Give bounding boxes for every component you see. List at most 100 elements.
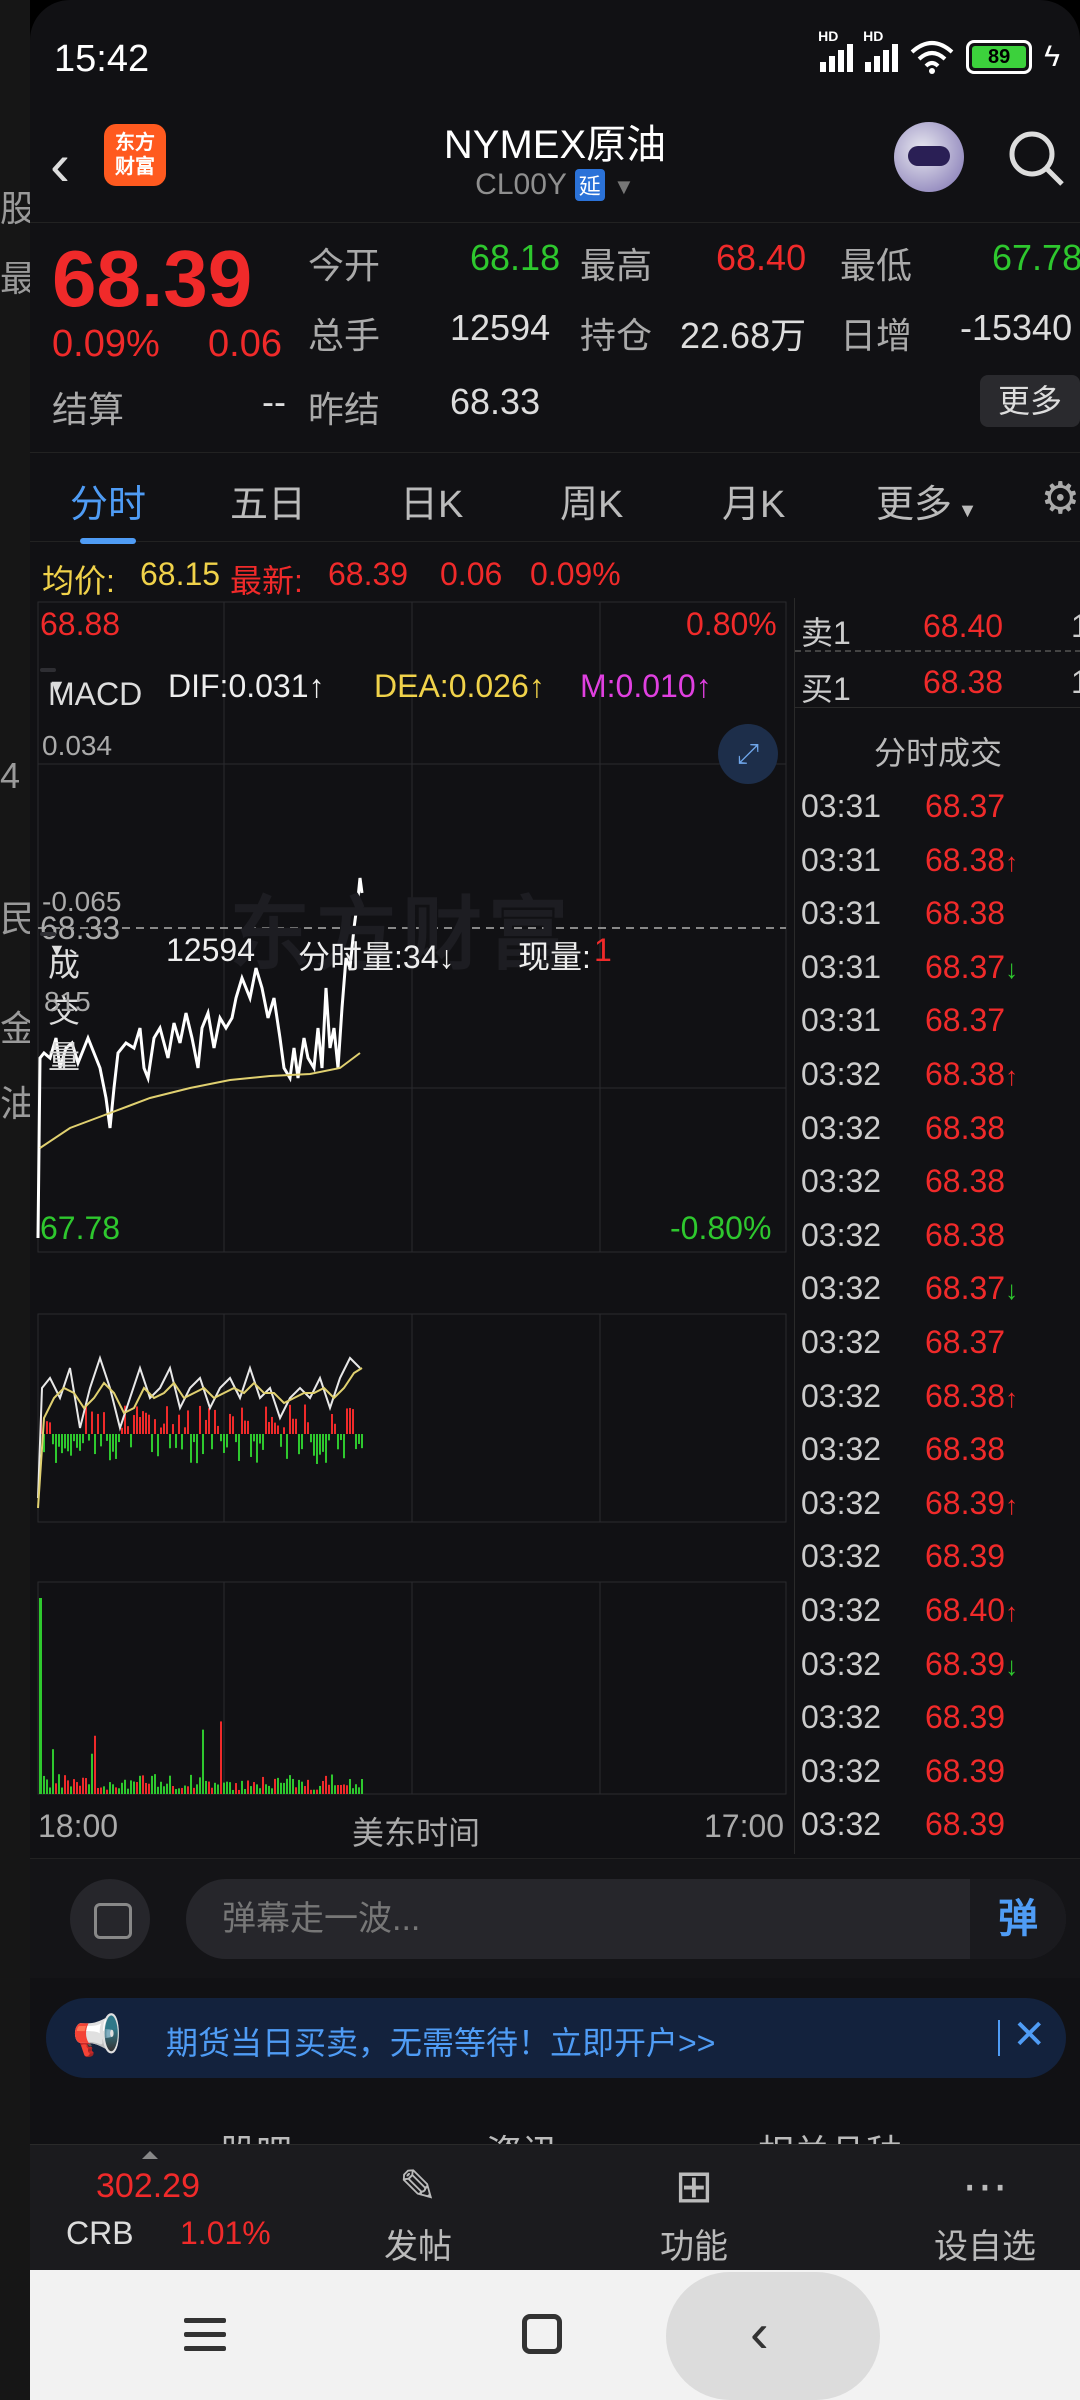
search-icon[interactable]	[1006, 128, 1066, 188]
volume-bar	[253, 1782, 255, 1794]
volume-bar	[301, 1781, 303, 1794]
macd-bar	[301, 1434, 303, 1450]
tick-price: 68.39	[925, 1752, 1006, 1789]
subtab-related[interactable]: 相关品种	[758, 2124, 902, 2144]
back-nav-button[interactable]: ‹	[666, 2272, 880, 2400]
gear-icon[interactable]: ⚙	[1041, 473, 1080, 524]
intraday-chart[interactable]: 东方财富 68.88 68.33 67.78 0.80% -0.80%	[30, 598, 794, 1854]
macd-min: -0.065	[42, 886, 122, 917]
crb-price[interactable]: 302.29	[96, 2167, 200, 2206]
danmaku-settings-icon[interactable]	[70, 1879, 150, 1959]
chevron-down-icon: ▼	[613, 174, 635, 199]
daily-increase-value: -15340	[960, 307, 1073, 348]
macd-bar	[175, 1434, 177, 1448]
volume-bar	[79, 1785, 81, 1794]
arrow-down-icon: ↓	[1005, 1650, 1019, 1681]
volume-bar	[223, 1782, 225, 1794]
more-quote-button[interactable]: 更多	[980, 375, 1080, 427]
chart-tabs: 分时 五日 日K 周K 月K 更多 ▼ ⚙	[30, 452, 1080, 544]
macd-bar	[226, 1434, 228, 1448]
macd-bar	[178, 1414, 180, 1434]
macd-selector[interactable]: MACD ▼	[40, 668, 142, 712]
macd-bar	[64, 1434, 66, 1449]
macd-bar	[229, 1413, 231, 1434]
signal-icon: HD	[863, 28, 899, 72]
tab-intraday[interactable]: 分时	[70, 473, 146, 544]
macd-bar	[331, 1414, 333, 1434]
tab-more[interactable]: 更多 ▼	[876, 473, 977, 528]
high-label: 最高	[580, 245, 653, 286]
promo-banner[interactable]: 📢 期货当日买卖，无需等待！立即开户>> ✕	[46, 1998, 1066, 2078]
arrow-up-icon: ↑	[1005, 1382, 1019, 1413]
macd-bar	[136, 1406, 138, 1434]
settle-label: 结算	[52, 389, 125, 430]
tab-five-day[interactable]: 五日	[230, 473, 306, 528]
home-icon[interactable]	[522, 2314, 562, 2354]
volume-bar	[163, 1786, 165, 1794]
add-watchlist-button[interactable]: ⋯ 设自选	[910, 2159, 1060, 2268]
functions-button[interactable]: ⊞ 功能	[634, 2159, 754, 2268]
assistant-robot-icon[interactable]	[894, 122, 964, 192]
volume-bar	[148, 1783, 150, 1794]
tick-row: 03:32 68.39↑	[795, 1477, 1080, 1531]
current-volume-label: 现量:	[518, 939, 591, 975]
macd-bar	[49, 1422, 51, 1434]
volume-bar	[250, 1786, 252, 1794]
volume-bar	[73, 1779, 75, 1794]
macd-bar	[100, 1434, 102, 1447]
macd-bar	[109, 1434, 111, 1461]
subtab-forum[interactable]: 股吧	[220, 2124, 292, 2144]
volume-bar	[220, 1721, 222, 1794]
macd-bar	[205, 1419, 207, 1434]
avg-value: 68.15	[140, 556, 221, 592]
volume-bar	[55, 1783, 57, 1794]
macd-bar	[211, 1434, 213, 1450]
tick-price: 68.37↓	[925, 1270, 1019, 1307]
volume-bar	[295, 1787, 297, 1794]
high-value: 68.40	[716, 237, 807, 278]
tick-volume: 分时量:34↓	[298, 939, 455, 975]
macd-bar	[94, 1434, 96, 1455]
promo-text[interactable]: 期货当日买卖，无需等待！立即开户>>	[166, 2018, 715, 2064]
bid-row: 买1 68.38 1	[795, 654, 1080, 708]
last-label: 最新:	[230, 563, 303, 599]
close-icon[interactable]: ✕	[1012, 2012, 1046, 2058]
volume-selector[interactable]: 成交量 ▼	[40, 932, 80, 1075]
volume-bar	[358, 1787, 360, 1794]
tick-row: 03:32 68.39	[795, 1691, 1080, 1745]
macd-bar	[166, 1406, 168, 1434]
macd-bar	[271, 1416, 273, 1434]
intraday-info-line: 均价: 68.15 最新: 68.39 0.06 0.09%	[30, 552, 1080, 599]
status-icons: HD HD 89 ϟ	[818, 28, 1060, 74]
macd-bar	[154, 1419, 156, 1434]
crb-name[interactable]: CRB	[66, 2215, 134, 2252]
expand-icon[interactable]: ⤢	[718, 724, 778, 784]
crb-percent[interactable]: 1.01%	[180, 2215, 271, 2252]
danmaku-input[interactable]: 弹幕走一波...	[186, 1879, 1066, 1959]
tab-daily-k[interactable]: 日K	[400, 473, 463, 528]
tick-price: 68.38	[925, 1431, 1006, 1468]
tab-weekly-k[interactable]: 周K	[560, 473, 623, 528]
volume-bar	[361, 1779, 363, 1794]
recent-apps-icon[interactable]	[184, 2318, 226, 2360]
tick-price: 68.39	[925, 1806, 1006, 1843]
macd-bar	[163, 1423, 165, 1434]
tick-price: 68.37↓	[925, 948, 1019, 985]
macd-bar	[232, 1416, 234, 1434]
post-button[interactable]: ✎ 发帖	[358, 2159, 478, 2268]
macd-bar	[148, 1414, 150, 1434]
volume-bar	[247, 1780, 249, 1794]
volume-bar	[328, 1784, 330, 1794]
background-text: 4	[0, 755, 21, 796]
arrow-up-icon: ↑	[1005, 1061, 1019, 1091]
open-value: 68.18	[470, 237, 561, 278]
subtab-news[interactable]: 资讯	[486, 2124, 558, 2144]
volume-bar	[136, 1782, 138, 1794]
volume-bar	[157, 1786, 159, 1794]
volume-bar	[139, 1775, 141, 1794]
arrow-up-icon: ↑	[1005, 1597, 1019, 1627]
macd-bar	[196, 1434, 198, 1464]
tab-monthly-k[interactable]: 月K	[722, 473, 785, 528]
macd-bar	[160, 1427, 162, 1434]
danmaku-send-button[interactable]: 弹	[970, 1879, 1066, 1959]
